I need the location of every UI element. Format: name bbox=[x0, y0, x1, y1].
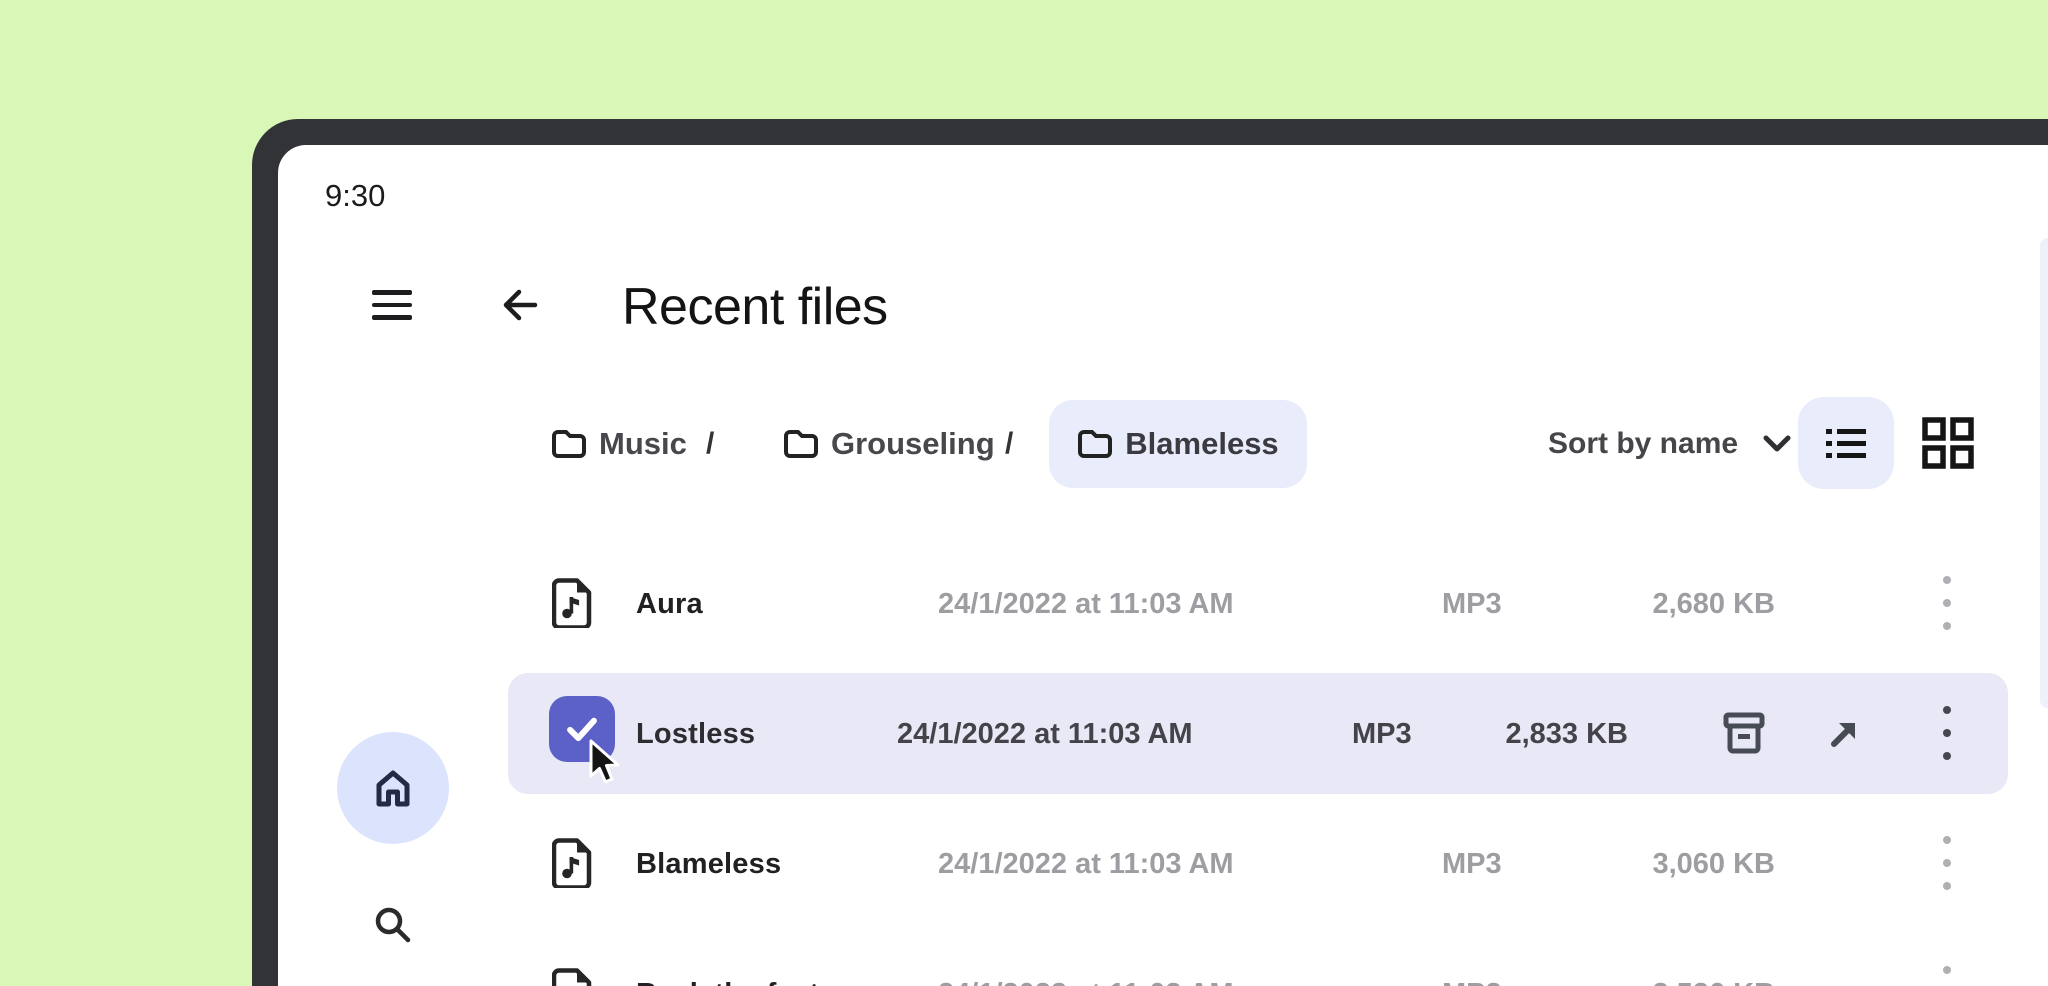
file-modified-date: 24/1/2022 at 11:03 AM bbox=[897, 718, 1193, 751]
nav-home-button[interactable] bbox=[337, 732, 449, 844]
more-options-icon[interactable] bbox=[1930, 961, 1964, 986]
offscreen-panel-edge bbox=[2040, 238, 2048, 708]
folder-icon bbox=[783, 429, 819, 459]
nav-search-button[interactable] bbox=[368, 900, 418, 950]
file-size: 2,833 KB bbox=[1413, 718, 1628, 751]
search-icon bbox=[370, 902, 416, 948]
more-options-icon[interactable] bbox=[1930, 831, 1964, 895]
status-bar-clock: 9:30 bbox=[325, 178, 385, 214]
breadcrumb-label: Blameless bbox=[1125, 426, 1278, 462]
breadcrumb-label: Music bbox=[599, 426, 687, 462]
file-type: MP3 bbox=[1442, 848, 1502, 881]
breadcrumb-label: Grouseling bbox=[831, 426, 995, 462]
chevron-down-icon bbox=[1762, 435, 1792, 453]
file-name: Aura bbox=[636, 588, 703, 621]
audio-file-icon bbox=[552, 838, 592, 888]
file-modified-date: 24/1/2022 at 11:03 AM bbox=[938, 588, 1234, 621]
sort-menu-button[interactable]: Sort by name bbox=[1548, 401, 1792, 487]
breadcrumb-grouseling[interactable]: Grouseling bbox=[783, 401, 995, 487]
list-view-toggle-active[interactable] bbox=[1798, 397, 1894, 489]
folder-icon bbox=[1077, 429, 1113, 459]
file-size: 3,060 KB bbox=[1560, 848, 1775, 881]
grid-view-toggle[interactable] bbox=[1920, 415, 1976, 471]
file-size: 3,526 KB bbox=[1560, 978, 1775, 986]
file-name: Blameless bbox=[636, 848, 781, 881]
folder-icon bbox=[551, 429, 587, 459]
file-name: Lostless bbox=[636, 718, 755, 751]
more-options-icon[interactable] bbox=[1930, 571, 1964, 635]
breadcrumb-blameless-current[interactable]: Blameless bbox=[1049, 400, 1307, 488]
open-file-icon[interactable] bbox=[1816, 706, 1872, 762]
menu-icon[interactable] bbox=[372, 290, 412, 320]
file-modified-date: 24/1/2022 at 11:03 AM bbox=[938, 848, 1234, 881]
app-window: 9:30 Recent files Music / Grouseling / B… bbox=[0, 0, 2048, 986]
breadcrumb-separator: / bbox=[1005, 401, 1013, 487]
file-type: MP3 bbox=[1352, 718, 1412, 751]
page-title: Recent files bbox=[622, 277, 888, 337]
back-arrow-icon bbox=[498, 285, 540, 325]
selected-checkbox[interactable] bbox=[549, 696, 615, 762]
more-options-icon[interactable] bbox=[1930, 701, 1964, 765]
audio-file-icon bbox=[552, 578, 592, 628]
archive-icon[interactable] bbox=[1716, 706, 1772, 762]
breadcrumb-separator: / bbox=[706, 401, 714, 487]
breadcrumb-music[interactable]: Music bbox=[551, 401, 687, 487]
file-type: MP3 bbox=[1442, 978, 1502, 986]
sort-label: Sort by name bbox=[1548, 427, 1738, 461]
back-button[interactable] bbox=[498, 285, 540, 325]
file-name: Back the fast bbox=[636, 978, 819, 986]
file-type: MP3 bbox=[1442, 588, 1502, 621]
file-size: 2,680 KB bbox=[1560, 588, 1775, 621]
audio-file-icon bbox=[552, 968, 592, 986]
file-row[interactable]: Blameless 24/1/2022 at 11:03 AM MP3 3,06… bbox=[0, 798, 2048, 928]
grid-view-icon bbox=[1921, 416, 1975, 470]
file-row[interactable]: Back the fast 24/1/2022 at 11:03 AM MP3 … bbox=[0, 928, 2048, 986]
file-modified-date: 24/1/2022 at 11:03 AM bbox=[938, 978, 1234, 986]
file-row[interactable]: Aura 24/1/2022 at 11:03 AM MP3 2,680 KB bbox=[0, 538, 2048, 668]
list-view-icon bbox=[1822, 420, 1870, 466]
home-icon bbox=[370, 765, 416, 811]
file-row[interactable]: Lostless 24/1/2022 at 11:03 AM MP3 2,833… bbox=[0, 668, 2048, 798]
